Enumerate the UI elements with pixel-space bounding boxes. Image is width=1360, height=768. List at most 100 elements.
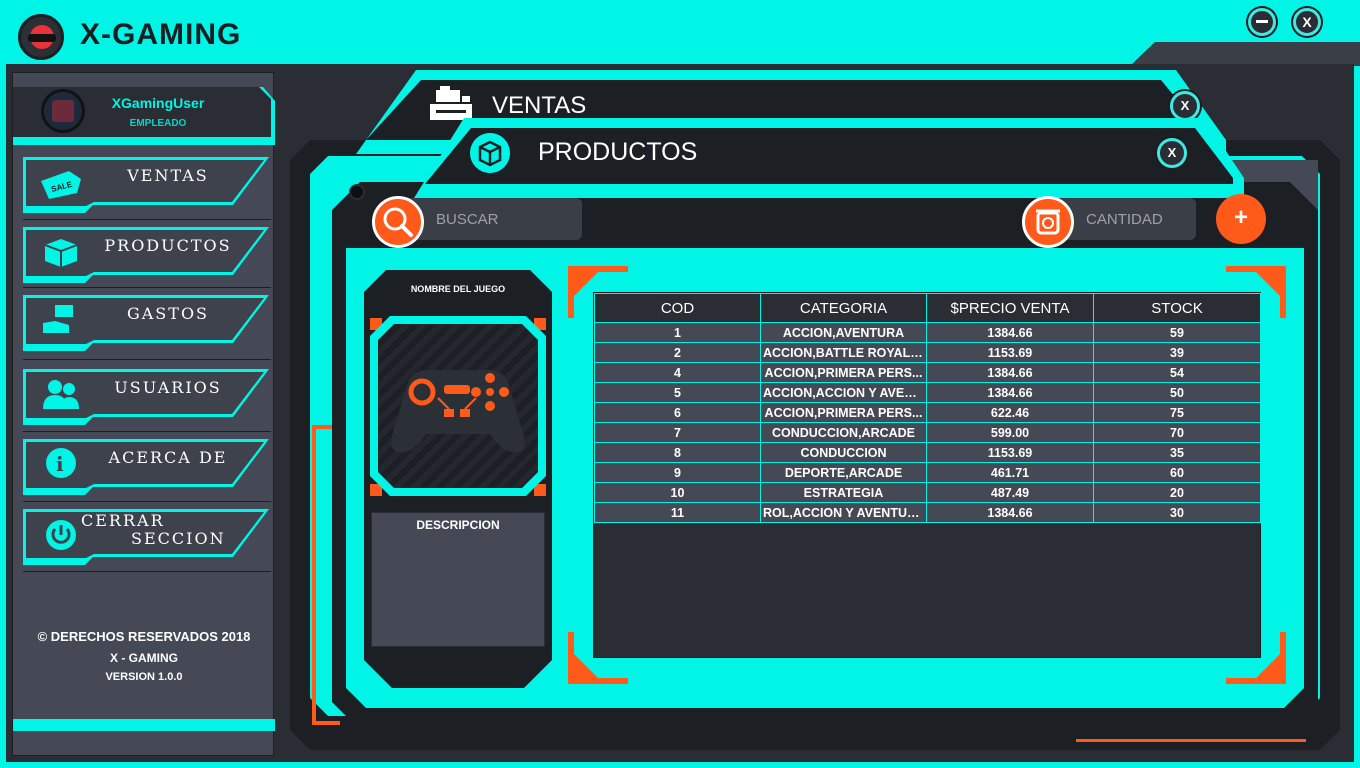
ventas-window-title: VENTAS [492,92,587,119]
copyright-text: © DERECHOS RESERVADOS 2018 [37,629,251,644]
column-header-categoria[interactable]: CATEGORIA [760,293,927,323]
cell-cod[interactable]: 1 [594,322,761,343]
cell-categoria[interactable]: ACCION,AVENTURA [760,322,927,343]
title-bar: X-GAMING X [0,0,1360,66]
users-icon [43,380,79,409]
cell-stock[interactable]: 35 [1093,442,1261,463]
sidebar-bottom-bar [13,719,275,731]
sidebar-item-label: VENTAS [127,166,209,185]
info-icon: i [46,448,76,478]
cell-precio[interactable]: 1384.66 [926,502,1094,523]
table-row[interactable]: 2 ACCION,BATTLE ROYALE,... 1153.69 39 [594,342,1261,363]
cell-cod[interactable]: 6 [594,402,761,423]
cell-cod[interactable]: 9 [594,462,761,483]
table-row[interactable]: 8 CONDUCCION 1153.69 35 [594,442,1261,463]
cell-cod[interactable]: 11 [594,502,761,523]
cash-register-icon [430,86,472,120]
game-image [378,324,538,488]
cell-categoria[interactable]: CONDUCCION [760,442,927,463]
sidebar-item-label: CERRAR [81,511,165,530]
products-table: COD CATEGORIA $PRECIO VENTA STOCK 1 ACCIO… [593,292,1261,658]
cell-stock[interactable]: 54 [1093,362,1261,383]
cell-categoria[interactable]: ACCION,ACCION Y AVENT... [760,382,927,403]
sidebar-item-productos[interactable]: PRODUCTOS [23,227,269,283]
cell-cod[interactable]: 4 [594,362,761,383]
cell-cod[interactable]: 7 [594,422,761,443]
add-button[interactable]: + [1216,194,1266,244]
search-group [372,196,582,248]
ventas-close-button[interactable]: X [1170,91,1200,121]
cell-stock[interactable]: 39 [1093,342,1261,363]
cell-cod[interactable]: 10 [594,482,761,503]
user-role: EMPLEADO [129,118,187,129]
description-label: DESCRIPCION [416,518,500,532]
cell-categoria[interactable]: ROL,ACCION Y AVENTUR... [760,502,927,523]
cell-cod[interactable]: 5 [594,382,761,403]
cell-categoria[interactable]: CONDUCCION,ARCADE [760,422,927,443]
header-decoration [1130,42,1360,66]
table-row[interactable]: 1 ACCION,AVENTURA 1384.66 59 [594,322,1261,343]
avatar [41,89,85,133]
column-header-stock[interactable]: STOCK [1093,293,1261,323]
divider [23,571,271,572]
sale-tag-icon: SALE [41,171,81,199]
divider [23,431,271,432]
cantidad-group [1022,196,1198,248]
box-icon [44,239,78,267]
user-name: XGamingUser [111,95,205,111]
sidebar-item-label: PRODUCTOS [104,236,232,255]
sidebar-item-cerrar-seccion[interactable]: CERRAR SECCION [23,509,269,565]
cell-categoria[interactable]: ACCION,BATTLE ROYALE,... [760,342,927,363]
version-text: VERSION 1.0.0 [105,671,183,683]
column-header-precio[interactable]: $PRECIO VENTA [926,293,1094,323]
divider [23,287,271,288]
minimize-button[interactable] [1248,8,1276,36]
cell-stock[interactable]: 59 [1093,322,1261,343]
cell-precio[interactable]: 1153.69 [926,342,1094,363]
cell-categoria[interactable]: ACCION,PRIMERA PERS... [760,402,927,423]
close-app-button[interactable]: X [1293,8,1321,36]
table-row[interactable]: 10 ESTRATEGIA 487.49 20 [594,482,1261,503]
cell-cod[interactable]: 2 [594,342,761,363]
search-input[interactable] [436,208,566,230]
cell-precio[interactable]: 1384.66 [926,322,1094,343]
description-box[interactable] [371,512,545,647]
cell-stock[interactable]: 60 [1093,462,1261,483]
cell-stock[interactable]: 75 [1093,402,1261,423]
sidebar: XGamingUser EMPLEADO SALE VENTAS PRODUCT… [12,72,275,756]
table-row[interactable]: 5 ACCION,ACCION Y AVENT... 1384.66 50 [594,382,1261,403]
cantidad-button[interactable] [1022,196,1074,248]
table-row[interactable]: 9 DEPORTE,ARCADE 461.71 60 [594,462,1261,483]
app-logo [18,14,64,60]
sidebar-item-ventas[interactable]: SALE VENTAS [23,157,269,213]
power-icon [46,520,76,550]
cell-categoria[interactable]: ESTRATEGIA [760,482,927,503]
table-row[interactable]: 11 ROL,ACCION Y AVENTUR... 1384.66 30 [594,502,1261,523]
brand-text: X - GAMING [110,651,178,665]
cell-precio[interactable]: 461.71 [926,462,1094,483]
column-header-cod[interactable]: COD [594,293,761,323]
cell-precio[interactable]: 599.00 [926,422,1094,443]
search-button[interactable] [372,196,424,248]
cell-precio[interactable]: 1384.66 [926,362,1094,383]
cell-precio[interactable]: 622.46 [926,402,1094,423]
cell-stock[interactable]: 50 [1093,382,1261,403]
cell-precio[interactable]: 1153.69 [926,442,1094,463]
productos-close-button[interactable]: X [1157,138,1187,168]
cell-stock[interactable]: 70 [1093,422,1261,443]
divider [23,359,271,360]
sidebar-item-usuarios[interactable]: USUARIOS [23,369,269,425]
cantidad-input[interactable] [1086,208,1186,230]
cell-precio[interactable]: 487.49 [926,482,1094,503]
table-row[interactable]: 6 ACCION,PRIMERA PERS... 622.46 75 [594,402,1261,423]
cell-stock[interactable]: 20 [1093,482,1261,503]
table-row[interactable]: 4 ACCION,PRIMERA PERS... 1384.66 54 [594,362,1261,383]
cell-categoria[interactable]: DEPORTE,ARCADE [760,462,927,483]
cell-cod[interactable]: 8 [594,442,761,463]
sidebar-item-acerca-de[interactable]: i ACERCA DE [23,439,269,495]
table-row[interactable]: 7 CONDUCCION,ARCADE 599.00 70 [594,422,1261,443]
cell-stock[interactable]: 30 [1093,502,1261,523]
cell-categoria[interactable]: ACCION,PRIMERA PERS... [760,362,927,383]
cell-precio[interactable]: 1384.66 [926,382,1094,403]
sidebar-item-gastos[interactable]: GASTOS [23,295,269,351]
